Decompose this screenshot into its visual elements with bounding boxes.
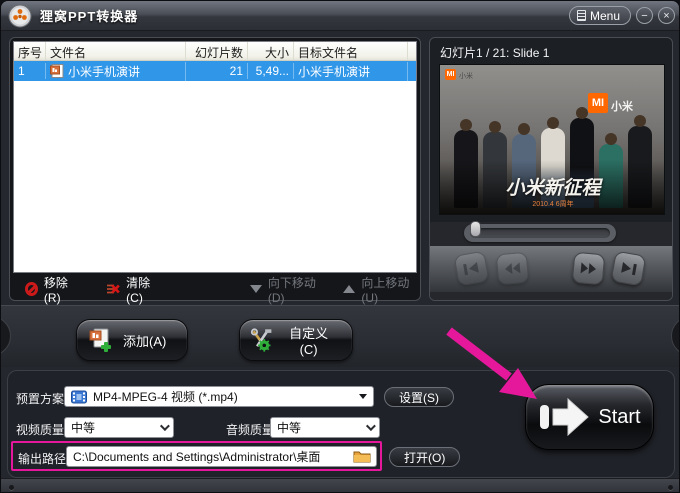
skip-end-icon <box>621 261 637 276</box>
folder-icon <box>353 451 371 463</box>
ppt-file-icon <box>50 64 64 78</box>
preset-label: 预置方案: <box>16 392 68 406</box>
frame-dot <box>668 485 673 490</box>
preset-value: MP4-MPEG-4 视频 (*.mp4) <box>93 390 238 404</box>
settings-button[interactable]: 设置(S) <box>384 387 454 407</box>
chevron-down-icon <box>359 394 367 399</box>
table-row[interactable]: 1 小米手机演讲 21 5,49... 小米手机演讲 <box>14 61 416 81</box>
titlebar: 狸窝PPT转换器 Menu − × <box>1 1 679 31</box>
menu-label: Menu <box>589 8 620 23</box>
video-quality-label: 视频质量: <box>16 423 68 437</box>
mi-brand-wall: 小米 <box>611 101 633 113</box>
slide-preview-image: MI 小米 MI 小米 小米新征程 2010.4 6周年 <box>439 64 665 215</box>
left-decoration <box>1 316 11 356</box>
video-quality-dropdown[interactable]: 中等 <box>64 417 174 438</box>
video-format-icon <box>71 390 87 403</box>
add-button[interactable]: 添加(A) <box>76 319 188 361</box>
chevron-down-icon <box>365 421 376 432</box>
browse-folder-button[interactable] <box>353 448 371 464</box>
file-table: 序号 文件名 幻灯片数 大小 目标文件名 1 小米手机演讲 21 5,49...… <box>13 41 417 273</box>
slide-caption-sub: 2010.4 6周年 <box>532 201 574 208</box>
table-header: 序号 文件名 幻灯片数 大小 目标文件名 <box>14 42 416 61</box>
start-label: Start <box>598 405 641 428</box>
seek-track <box>470 228 610 238</box>
clear-icon <box>106 284 120 294</box>
rewind-icon <box>505 262 521 275</box>
last-slide-button[interactable] <box>610 250 647 287</box>
preset-dropdown[interactable]: MP4-MPEG-4 视频 (*.mp4) <box>64 386 374 407</box>
start-button[interactable]: Start <box>525 384 654 450</box>
mi-logo-small: MI <box>445 69 456 80</box>
chevron-down-icon <box>159 421 170 432</box>
audio-quality-dropdown[interactable]: 中等 <box>270 417 380 438</box>
remove-icon <box>25 282 38 296</box>
file-list-panel: 序号 文件名 幻灯片数 大小 目标文件名 1 小米手机演讲 21 5,49...… <box>9 37 421 305</box>
settings-panel: 预置方案: MP4-MPEG-4 视频 (*.mp4) 设置(S) 视频质量: … <box>7 370 675 478</box>
clear-button[interactable]: 清除(C) <box>106 274 162 305</box>
column-header-filename: 文件名 <box>46 42 186 60</box>
cell-size: 5,49... <box>248 63 294 79</box>
preview-panel: 幻灯片1 / 21: Slide 1 MI 小米 MI 小米 小米新征程 201… <box>429 37 673 301</box>
first-slide-button[interactable] <box>453 250 490 287</box>
video-quality-value: 中等 <box>71 421 96 435</box>
cell-target: 小米手机演讲 <box>294 61 408 81</box>
fast-forward-icon <box>580 262 596 275</box>
column-header-slides: 幻灯片数 <box>186 42 248 60</box>
close-button[interactable]: × <box>658 7 675 24</box>
customize-button[interactable]: 自定义(C) <box>239 319 353 361</box>
previous-slide-button[interactable] <box>495 251 530 286</box>
action-band: 添加(A) 自定义(C) <box>1 305 679 367</box>
app-icon <box>8 4 32 28</box>
add-file-icon <box>89 328 111 352</box>
right-decoration <box>671 316 679 356</box>
cell-slides: 21 <box>186 63 248 79</box>
remove-button[interactable]: 移除(R) <box>25 274 79 305</box>
output-path-highlight: 输出路径: <box>11 441 382 471</box>
move-up-button[interactable]: 向上移动(U) <box>343 274 417 305</box>
open-button[interactable]: 打开(O) <box>389 447 461 467</box>
column-header-target: 目标文件名 <box>294 42 408 60</box>
play-arrow-icon <box>540 397 590 437</box>
output-path-label: 输出路径: <box>18 452 70 466</box>
window-bottom-frame <box>1 478 679 492</box>
app-window: 狸窝PPT转换器 Menu − × 序号 文件名 幻灯片数 大小 目标文件名 1 <box>0 0 680 493</box>
output-path-input[interactable] <box>66 446 377 467</box>
app-title: 狸窝PPT转换器 <box>40 9 139 24</box>
player-controls <box>430 221 672 300</box>
move-up-icon <box>343 285 356 293</box>
cell-filename: 小米手机演讲 <box>46 61 186 81</box>
titlebar-controls: Menu − × <box>568 6 675 25</box>
move-down-button[interactable]: 向下移动(D) <box>249 274 324 305</box>
audio-quality-value: 中等 <box>277 421 302 435</box>
move-down-icon <box>249 285 262 293</box>
seek-thumb[interactable] <box>470 221 481 237</box>
skip-start-icon <box>463 261 479 276</box>
column-header-index: 序号 <box>14 42 46 60</box>
mi-brand-small: 小米 <box>459 73 473 80</box>
list-toolbar: 移除(R) 清除(C) 向下移动(D) 向上移动(U) <box>13 274 417 305</box>
slide-caption: 小米新征程 <box>505 177 601 199</box>
seek-slider[interactable] <box>464 221 616 242</box>
minimize-button[interactable]: − <box>636 7 653 24</box>
menu-icon <box>576 10 586 21</box>
menu-button[interactable]: Menu <box>568 6 631 25</box>
next-slide-button[interactable] <box>571 251 606 286</box>
tools-icon <box>250 328 272 352</box>
mi-logo-wall: MI <box>588 93 608 113</box>
slide-counter: 幻灯片1 / 21: Slide 1 <box>440 46 550 60</box>
player-button-band <box>430 246 672 292</box>
cell-index: 1 <box>14 63 46 79</box>
frame-dot <box>9 485 14 490</box>
column-header-size: 大小 <box>248 42 294 60</box>
